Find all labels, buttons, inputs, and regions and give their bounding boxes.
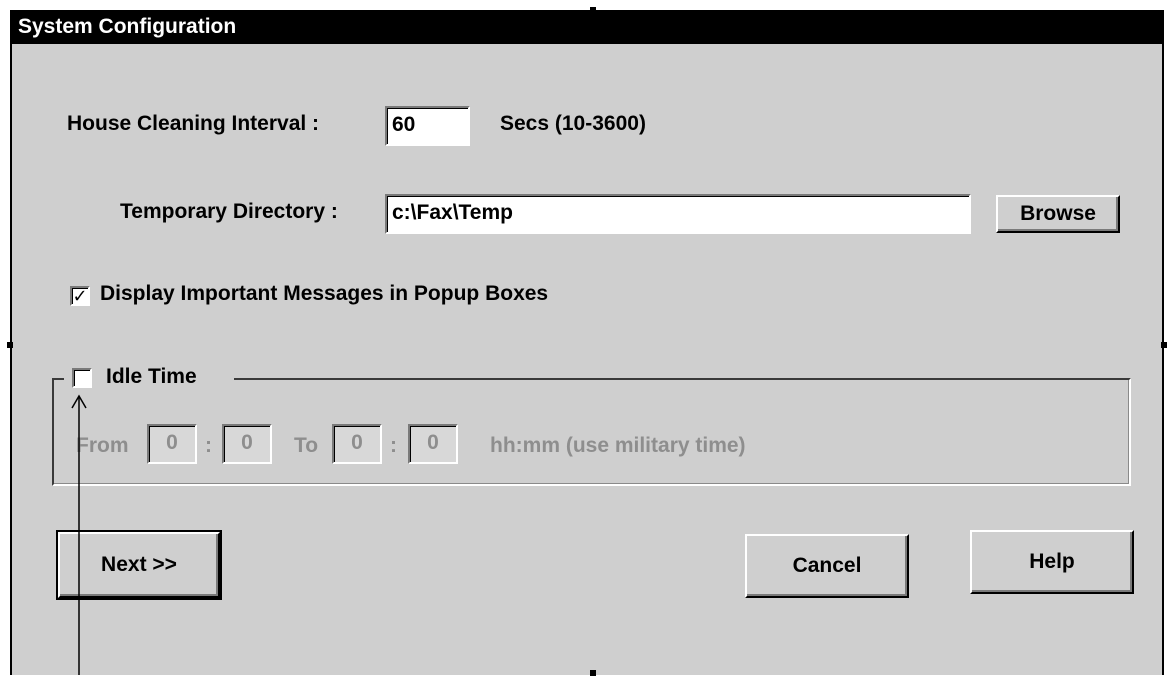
from-hour-input[interactable]: 0 bbox=[147, 424, 197, 464]
checkmark-icon: ✓ bbox=[72, 286, 88, 306]
from-colon: : bbox=[205, 434, 212, 457]
idle-time-label: Idle Time bbox=[106, 365, 197, 388]
window-title-bar[interactable]: System Configuration bbox=[12, 10, 1162, 44]
idle-time-groupbox-frame bbox=[54, 380, 1129, 484]
system-configuration-dialog: System Configuration House Cleaning Inte… bbox=[7, 7, 1167, 676]
to-colon: : bbox=[390, 434, 397, 457]
browse-button[interactable]: Browse bbox=[996, 195, 1120, 233]
resize-handle-top[interactable] bbox=[590, 7, 596, 13]
popup-messages-label: Display Important Messages in Popup Boxe… bbox=[100, 282, 549, 305]
resize-handle-bottom[interactable] bbox=[590, 670, 596, 676]
house-cleaning-interval-label: House Cleaning Interval : bbox=[67, 112, 320, 135]
resize-handle-left[interactable] bbox=[7, 342, 13, 348]
arrow-up-icon bbox=[71, 394, 87, 675]
window-title: System Configuration bbox=[18, 15, 237, 38]
popup-messages-checkbox[interactable]: ✓ bbox=[70, 286, 90, 306]
house-cleaning-unit-label: Secs (10-3600) bbox=[500, 112, 646, 135]
cancel-button[interactable]: Cancel bbox=[745, 534, 909, 598]
time-format-hint: hh:mm (use military time) bbox=[490, 434, 746, 457]
temporary-directory-label: Temporary Directory : bbox=[120, 200, 338, 223]
house-cleaning-interval-input[interactable]: 60 bbox=[385, 106, 470, 146]
resize-handle-right[interactable] bbox=[1161, 342, 1167, 348]
help-button[interactable]: Help bbox=[970, 530, 1134, 594]
to-minute-input[interactable]: 0 bbox=[408, 424, 458, 464]
idle-time-checkbox[interactable] bbox=[72, 368, 92, 388]
from-minute-input[interactable]: 0 bbox=[222, 424, 272, 464]
temporary-directory-input[interactable]: c:\Fax\Temp bbox=[385, 194, 971, 234]
to-label: To bbox=[294, 434, 319, 457]
to-hour-input[interactable]: 0 bbox=[332, 424, 382, 464]
